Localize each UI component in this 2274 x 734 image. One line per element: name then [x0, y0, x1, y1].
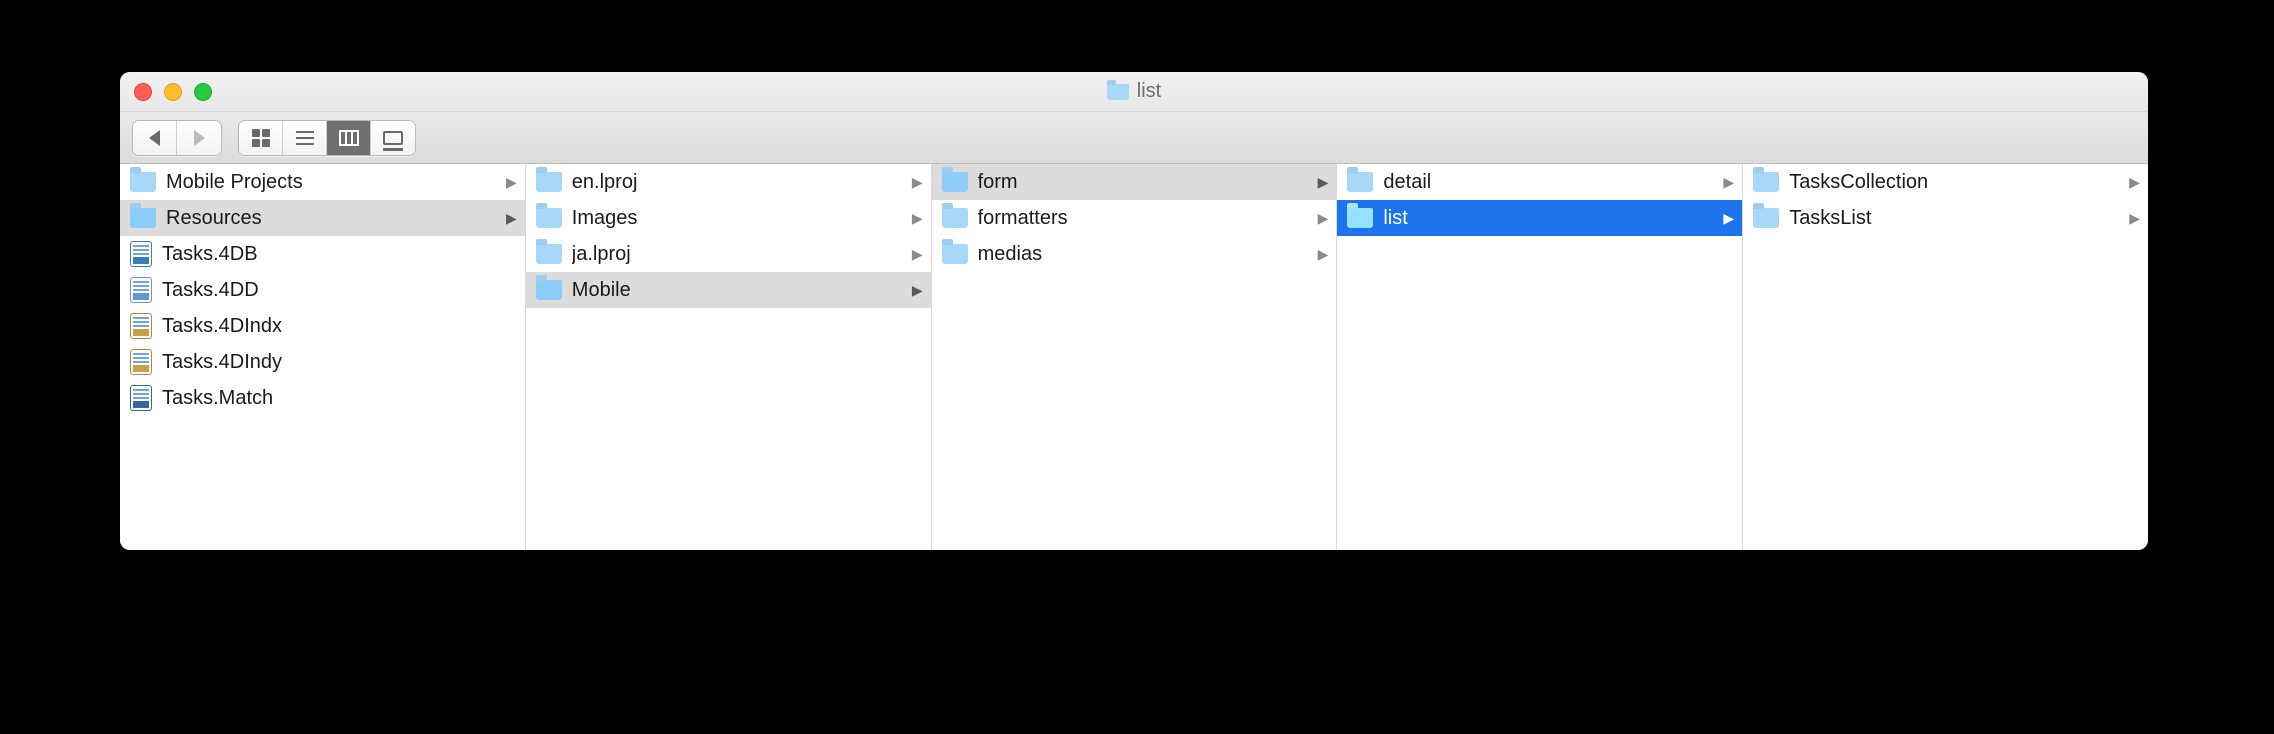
- chevron-right-icon: ▶: [1318, 210, 1329, 227]
- view-columns-button[interactable]: [327, 121, 371, 155]
- folder-icon: [1753, 208, 1779, 228]
- window-controls: [134, 83, 212, 101]
- item-label: Tasks.4DD: [162, 279, 517, 302]
- folder-icon: [536, 280, 562, 300]
- folder-item[interactable]: formatters ▶: [932, 200, 1337, 236]
- arrow-left-icon: [149, 130, 160, 146]
- item-label: Mobile Projects: [166, 171, 496, 194]
- folder-item[interactable]: list ▶: [1337, 200, 1742, 236]
- file-item[interactable]: Tasks.4DIndx: [120, 308, 525, 344]
- file-icon: [130, 313, 152, 339]
- chevron-right-icon: ▶: [912, 210, 923, 227]
- view-gallery-button[interactable]: [371, 121, 415, 155]
- item-label: Images: [572, 207, 902, 230]
- title-bar: list: [120, 72, 2148, 112]
- folder-icon: [942, 172, 968, 192]
- chevron-right-icon: ▶: [912, 282, 923, 299]
- item-label: Tasks.4DB: [162, 243, 517, 266]
- icons-view-icon: [252, 129, 270, 147]
- view-icons-button[interactable]: [239, 121, 283, 155]
- folder-icon: [536, 172, 562, 192]
- folder-item[interactable]: medias ▶: [932, 236, 1337, 272]
- column[interactable]: en.lproj ▶ Images ▶ ja.lproj ▶ Mobile ▶: [526, 164, 932, 550]
- item-label: Tasks.4DIndx: [162, 315, 517, 338]
- column[interactable]: detail ▶ list ▶: [1337, 164, 1743, 550]
- file-item[interactable]: Tasks.4DD: [120, 272, 525, 308]
- chevron-right-icon: ▶: [1318, 174, 1329, 191]
- arrow-right-icon: [194, 130, 205, 146]
- file-item[interactable]: Tasks.4DIndy: [120, 344, 525, 380]
- folder-icon: [536, 244, 562, 264]
- folder-icon: [130, 208, 156, 228]
- item-label: en.lproj: [572, 171, 902, 194]
- item-label: medias: [978, 243, 1308, 266]
- gallery-view-icon: [383, 131, 403, 145]
- folder-item[interactable]: TasksCollection ▶: [1743, 164, 2148, 200]
- file-item[interactable]: Tasks.4DB: [120, 236, 525, 272]
- window-title: list: [120, 80, 2148, 103]
- chevron-right-icon: ▶: [1723, 210, 1734, 227]
- column[interactable]: form ▶ formatters ▶ medias ▶: [932, 164, 1338, 550]
- folder-icon: [1347, 172, 1373, 192]
- item-label: formatters: [978, 207, 1308, 230]
- chevron-right-icon: ▶: [2129, 174, 2140, 191]
- back-button[interactable]: [133, 121, 177, 155]
- folder-item[interactable]: Mobile ▶: [526, 272, 931, 308]
- minimize-button[interactable]: [164, 83, 182, 101]
- item-label: TasksList: [1789, 207, 2119, 230]
- item-label: Resources: [166, 207, 496, 230]
- item-label: TasksCollection: [1789, 171, 2119, 194]
- toolbar: [120, 112, 2148, 164]
- item-label: ja.lproj: [572, 243, 902, 266]
- chevron-right-icon: ▶: [1723, 174, 1734, 191]
- chevron-right-icon: ▶: [2129, 210, 2140, 227]
- chevron-right-icon: ▶: [506, 210, 517, 227]
- file-icon: [130, 241, 152, 267]
- file-item[interactable]: Tasks.Match: [120, 380, 525, 416]
- folder-icon: [942, 244, 968, 264]
- item-label: Mobile: [572, 279, 902, 302]
- chevron-right-icon: ▶: [912, 174, 923, 191]
- folder-item[interactable]: en.lproj ▶: [526, 164, 931, 200]
- folder-item[interactable]: Mobile Projects ▶: [120, 164, 525, 200]
- folder-icon: [942, 208, 968, 228]
- file-icon: [130, 277, 152, 303]
- view-list-button[interactable]: [283, 121, 327, 155]
- folder-item[interactable]: detail ▶: [1337, 164, 1742, 200]
- finder-window: list Mobile Proj: [120, 72, 2148, 550]
- folder-icon: [1347, 208, 1373, 228]
- close-button[interactable]: [134, 83, 152, 101]
- column[interactable]: Mobile Projects ▶ Resources ▶ Tasks.4DB Tasks…: [120, 164, 526, 550]
- item-label: Tasks.4DIndy: [162, 351, 517, 374]
- folder-item[interactable]: Resources ▶: [120, 200, 525, 236]
- folder-item[interactable]: TasksList ▶: [1743, 200, 2148, 236]
- item-label: Tasks.Match: [162, 387, 517, 410]
- chevron-right-icon: ▶: [506, 174, 517, 191]
- forward-button[interactable]: [177, 121, 221, 155]
- item-label: form: [978, 171, 1308, 194]
- folder-item[interactable]: form ▶: [932, 164, 1337, 200]
- fullscreen-button[interactable]: [194, 83, 212, 101]
- column[interactable]: TasksCollection ▶ TasksList ▶: [1743, 164, 2148, 550]
- chevron-right-icon: ▶: [1318, 246, 1329, 263]
- view-switcher: [238, 120, 416, 156]
- folder-item[interactable]: Images ▶: [526, 200, 931, 236]
- item-label: detail: [1383, 171, 1713, 194]
- folder-icon: [536, 208, 562, 228]
- folder-icon: [130, 172, 156, 192]
- folder-icon: [1107, 84, 1129, 100]
- nav-buttons: [132, 120, 222, 156]
- window-title-text: list: [1137, 80, 1161, 103]
- list-view-icon: [296, 131, 314, 145]
- column-browser: Mobile Projects ▶ Resources ▶ Tasks.4DB Tasks…: [120, 164, 2148, 550]
- folder-icon: [1753, 172, 1779, 192]
- folder-item[interactable]: ja.lproj ▶: [526, 236, 931, 272]
- file-icon: [130, 385, 152, 411]
- item-label: list: [1383, 207, 1713, 230]
- columns-view-icon: [339, 130, 359, 146]
- chevron-right-icon: ▶: [912, 246, 923, 263]
- file-icon: [130, 349, 152, 375]
